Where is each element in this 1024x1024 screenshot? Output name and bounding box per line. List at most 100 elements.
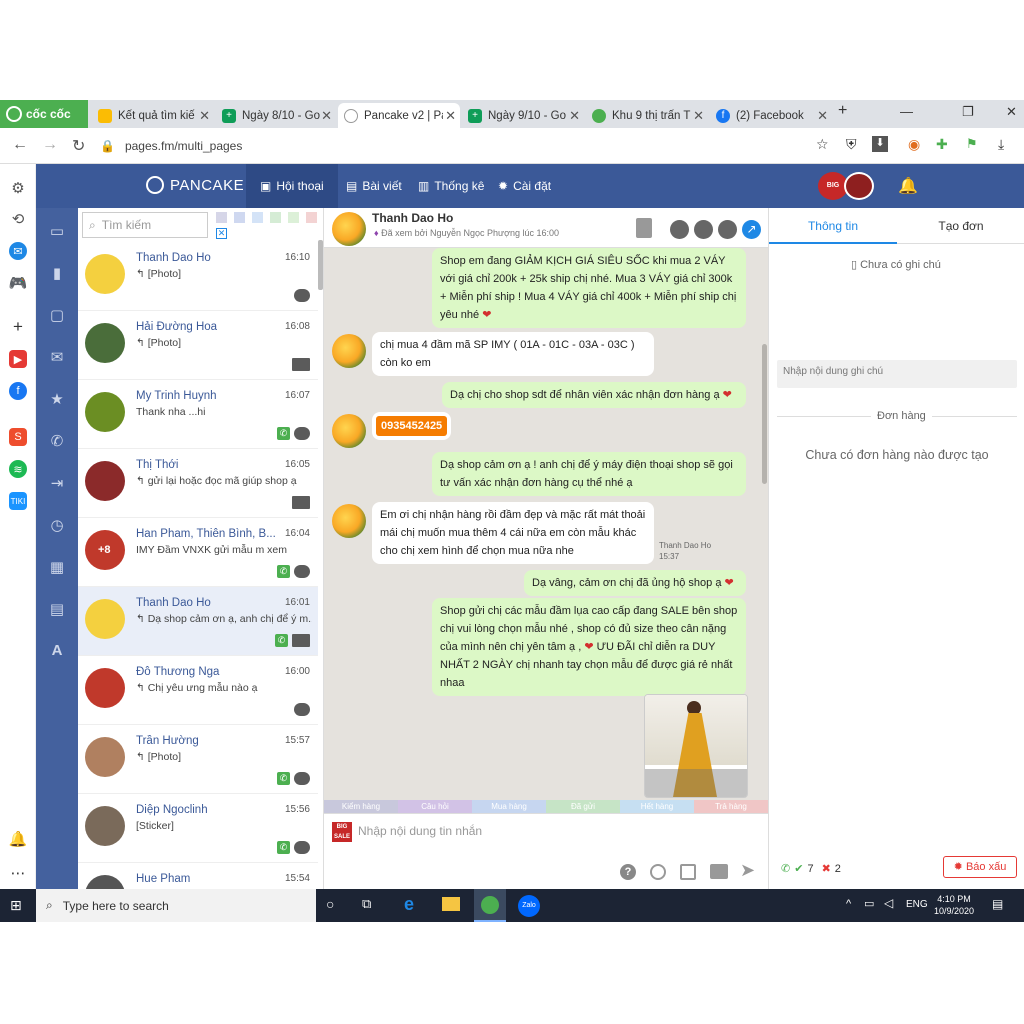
quick-tag[interactable]: Câu hỏi <box>398 800 472 813</box>
tag-filter[interactable] <box>306 212 317 223</box>
quick-reply-icon[interactable] <box>710 864 728 879</box>
inbox-icon[interactable]: ✉ <box>48 348 66 366</box>
tab-4[interactable]: Khu 9 thị trấn T ✕ <box>586 103 708 128</box>
download-icon[interactable]: ⬇ <box>872 136 888 152</box>
quick-tag[interactable]: Kiểm hàng <box>324 800 398 813</box>
clear-filter-icon[interactable]: ✕ <box>216 228 227 239</box>
clock[interactable]: 4:10 PM 10/9/2020 <box>934 893 974 917</box>
ai-extension-icon[interactable]: ⚑ <box>966 136 978 152</box>
quick-tag[interactable]: Mua hàng <box>472 800 546 813</box>
action-center-icon[interactable]: ▤ <box>992 897 1003 911</box>
edge-icon[interactable]: e <box>404 894 414 915</box>
shopee-icon[interactable]: S <box>9 428 27 446</box>
tab-1[interactable]: + Ngày 8/10 - Go ✕ <box>216 103 336 128</box>
tab-2-active[interactable]: Pancake v2 | Pa ✕ <box>338 103 460 128</box>
tag-filter[interactable] <box>270 212 281 223</box>
conversation-item[interactable]: Hue Pham 15:54 <box>78 863 318 889</box>
restore-icon[interactable]: ❐ <box>962 104 974 120</box>
clock-icon[interactable]: ◷ <box>48 516 66 534</box>
messenger-circle-icon[interactable] <box>718 220 737 239</box>
tab-5[interactable]: f (2) Facebook ✕ <box>710 103 832 128</box>
phone-icon[interactable]: ✆ <box>48 432 66 450</box>
history-icon[interactable]: ⟲ <box>9 210 27 228</box>
close-icon[interactable]: ✕ <box>567 108 580 124</box>
minus-circle-icon[interactable] <box>670 220 689 239</box>
notification-bell-icon[interactable]: 🔔 <box>9 830 28 848</box>
export-icon[interactable]: ⇥ <box>48 474 66 492</box>
file-explorer-icon[interactable] <box>442 897 460 911</box>
conversation-item[interactable]: +8 Han Pham, Thiên Bình, B... 16:04 IMY Đầm… <box>78 518 318 587</box>
zalo-icon[interactable]: Zalo <box>518 895 540 917</box>
document-icon[interactable]: ▤ <box>48 600 66 618</box>
open-external-icon[interactable]: ↗ <box>742 220 761 239</box>
taskbar-search[interactable]: ⌕ Type here to search <box>36 889 316 922</box>
volume-icon[interactable]: ◁ <box>884 896 893 910</box>
tray-chevron-icon[interactable]: ^ <box>846 898 851 910</box>
star-icon[interactable]: ☆ <box>816 136 829 153</box>
spotify-icon[interactable]: ≋ <box>9 460 27 478</box>
quick-tag[interactable]: Trả hàng <box>694 800 768 813</box>
scrollbar[interactable] <box>318 240 323 290</box>
coccoc-taskbar-icon[interactable] <box>474 889 506 922</box>
tab-create-order[interactable]: Tạo đơn <box>897 208 1024 244</box>
add-icon[interactable]: + <box>9 317 27 336</box>
message-input[interactable]: Nhập nội dung tin nhắn <box>358 824 482 838</box>
tag-filter[interactable] <box>234 212 245 223</box>
close-icon[interactable]: ✕ <box>691 108 704 124</box>
bookmark-icon[interactable]: ▮ <box>48 264 66 282</box>
quick-tag[interactable]: Hết hàng <box>620 800 694 813</box>
conversation-item[interactable]: My Trinh Huynh 16:07 Thank nha ...hi ✆ <box>78 380 318 449</box>
comment-icon[interactable]: ▢ <box>48 306 66 324</box>
download-arrow-icon[interactable]: ⤓ <box>998 136 1004 153</box>
close-icon[interactable]: ✕ <box>815 108 828 124</box>
product-image[interactable] <box>644 694 748 798</box>
star-icon[interactable]: ★ <box>48 390 66 408</box>
phone-number-tag[interactable]: 0935452425 <box>376 416 448 436</box>
conversation-item[interactable]: Đỗ Thương Nga 16:00 ↰ Chị yêu ưng mẫu nào … <box>78 656 318 725</box>
send-icon[interactable]: ➤ <box>740 860 755 881</box>
search-input[interactable]: ⌕ Tìm kiếm <box>82 212 208 238</box>
browser-logo[interactable]: cốc cốc <box>0 100 88 128</box>
tab-info[interactable]: Thông tin <box>769 208 897 244</box>
url-field[interactable]: 🔒 pages.fm/multi_pages <box>100 133 840 159</box>
more-icon[interactable]: ⋯ <box>9 864 27 882</box>
menu-conversations[interactable]: ▣ Hội thoại <box>246 164 338 208</box>
forward-icon[interactable]: → <box>42 136 58 154</box>
new-tab-button[interactable]: + <box>838 102 847 120</box>
settings-icon[interactable]: ⚙ <box>9 179 27 197</box>
shield-icon[interactable]: ⛨ <box>846 136 857 153</box>
report-button[interactable]: ✹ Báo xấu <box>943 856 1017 878</box>
messenger-icon[interactable]: ✉ <box>9 242 27 260</box>
windows-start-icon[interactable]: ⊞ <box>10 897 22 914</box>
conversations-icon[interactable]: ▭ <box>48 222 66 240</box>
tag-filter[interactable] <box>252 212 263 223</box>
conversation-item[interactable]: Trần Hường 15:57 ↰ [Photo] ✆ <box>78 725 318 794</box>
menu-settings[interactable]: ✹ Cài đặt <box>484 164 565 208</box>
image-upload-icon[interactable] <box>680 864 696 880</box>
tab-0[interactable]: Kết quả tìm kiế ✕ <box>92 103 214 128</box>
extension-icon[interactable]: ◉ <box>908 136 920 153</box>
calendar-icon[interactable]: ▦ <box>48 558 66 576</box>
conversation-item[interactable]: Thanh Dao Ho 16:10 ↰ [Photo] <box>78 242 318 311</box>
conversation-item[interactable]: Thanh Dao Ho 16:01 ↰ Dạ shop cảm ơn ạ, anh… <box>78 587 318 656</box>
tag-filter[interactable] <box>288 212 299 223</box>
page-sticker-icon[interactable]: BIG SALE <box>332 822 352 842</box>
network-icon[interactable]: ▭ <box>864 897 874 910</box>
cortana-icon[interactable]: ○ <box>326 896 334 912</box>
contact-avatar[interactable] <box>332 212 366 246</box>
back-icon[interactable]: ← <box>12 136 28 154</box>
minimize-icon[interactable]: — <box>900 104 913 119</box>
task-view-icon[interactable]: ⧉ <box>362 896 371 912</box>
close-window-icon[interactable]: ✕ <box>1006 104 1017 120</box>
bell-icon[interactable]: 🔔 <box>898 176 918 196</box>
contact-card-icon[interactable] <box>636 218 652 238</box>
chat-scrollbar[interactable] <box>762 344 767 484</box>
tab-3[interactable]: + Ngày 9/10 - Go ✕ <box>462 103 584 128</box>
font-icon[interactable]: A <box>48 642 66 660</box>
tiki-icon[interactable]: TIKI <box>9 492 27 510</box>
pancake-logo[interactable]: PANCAKE <box>146 176 244 194</box>
language-indicator[interactable]: ENG <box>906 899 928 910</box>
conversation-item[interactable]: Hải Đường Hoa 16:08 ↰ [Photo] <box>78 311 318 380</box>
game-icon[interactable]: 🎮 <box>9 274 28 292</box>
note-input[interactable]: Nhập nội dung ghi chú <box>777 360 1017 388</box>
